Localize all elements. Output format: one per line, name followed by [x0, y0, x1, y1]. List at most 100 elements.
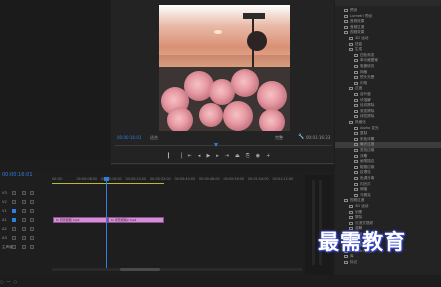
- lock-icon[interactable]: [22, 200, 26, 204]
- track-header[interactable]: A2: [0, 226, 52, 232]
- timeline-scroll-thumb[interactable]: [120, 268, 160, 271]
- eye-icon[interactable]: [30, 209, 34, 213]
- ruler-tick-label: 00:00:08:00: [76, 177, 98, 181]
- preview-stop-sign: [247, 31, 267, 51]
- folder-icon: [344, 14, 348, 18]
- folder-icon: [344, 199, 348, 203]
- clip-1-label: fx 风景视频.mp4: [56, 218, 80, 222]
- lock-icon[interactable]: [22, 218, 26, 222]
- mark-in-icon[interactable]: ▎: [168, 153, 172, 159]
- monitor-scrub-bar[interactable]: [115, 145, 332, 146]
- eye-icon[interactable]: [30, 200, 34, 204]
- step-forward-icon[interactable]: ▸: [216, 153, 219, 159]
- track-target-icon[interactable]: [12, 218, 16, 222]
- ruler-tick-label: 00:00:48:00: [199, 177, 220, 181]
- lock-icon[interactable]: [22, 245, 26, 249]
- zoom-in-icon[interactable]: ○: [14, 279, 18, 284]
- zoom-slider-icon[interactable]: —: [7, 279, 11, 284]
- timeline-scrollbar[interactable]: [52, 268, 302, 271]
- track-header[interactable]: V1: [0, 208, 52, 214]
- folder-icon: [344, 9, 348, 12]
- video-clip-1[interactable]: fx 风景视频.mp4: [53, 217, 108, 223]
- ruler-tick-label: 00:00:40:00: [174, 177, 196, 181]
- eye-icon[interactable]: [30, 218, 34, 222]
- effects-search-bar[interactable]: [335, 0, 441, 6]
- track-label: V3: [2, 191, 7, 195]
- ruler-tick-label: 00:00: [52, 177, 62, 181]
- track-target-icon[interactable]: [12, 245, 16, 249]
- track-label: A1: [2, 218, 7, 222]
- eye-icon[interactable]: [30, 236, 34, 240]
- monitor-current-timecode[interactable]: 00:00:16:01: [117, 135, 141, 140]
- lock-icon[interactable]: [22, 209, 26, 213]
- effect-icon: [354, 115, 358, 119]
- eye-icon[interactable]: [30, 245, 34, 249]
- resolution-dropdown[interactable]: 完整: [275, 135, 283, 140]
- effect-icon: [354, 98, 358, 102]
- track-target-icon[interactable]: [12, 200, 16, 204]
- effect-icon: [354, 126, 358, 130]
- source-panel: [0, 0, 110, 160]
- video-preview: [159, 5, 290, 131]
- eye-icon[interactable]: [30, 227, 34, 231]
- folder-icon: [349, 205, 353, 208]
- effect-icon: [354, 160, 358, 164]
- track-label: A3: [2, 236, 7, 240]
- lift-icon[interactable]: ⏏: [235, 153, 240, 159]
- folder-icon: [349, 210, 353, 214]
- effect-icon: [354, 53, 358, 57]
- track-target-icon[interactable]: [12, 227, 16, 231]
- effect-icon: [354, 171, 358, 175]
- step-back-icon[interactable]: ◂: [198, 153, 201, 159]
- mark-out-icon[interactable]: ▕: [178, 153, 182, 159]
- timeline-timecode[interactable]: 00:00:16:01: [2, 172, 33, 178]
- effect-icon: [354, 65, 358, 68]
- video-clip-2[interactable]: fx 风景视频2.mp4: [108, 217, 164, 223]
- effect-icon: [354, 143, 358, 147]
- export-frame-icon[interactable]: ◉: [256, 153, 260, 159]
- go-to-in-icon[interactable]: ⇤: [188, 153, 192, 159]
- lock-icon[interactable]: [22, 236, 26, 240]
- effect-icon: [354, 149, 358, 152]
- folder-icon: [349, 37, 353, 40]
- timeline-playhead-line[interactable]: [106, 178, 107, 268]
- track-header[interactable]: V2: [0, 199, 52, 205]
- effect-icon: [354, 165, 358, 169]
- folder-icon: [349, 216, 353, 220]
- track-target-icon[interactable]: [12, 236, 16, 240]
- zoom-out-icon[interactable]: ○: [0, 279, 4, 284]
- track-header[interactable]: A3: [0, 235, 52, 241]
- zoom-fit-dropdown[interactable]: 适合: [150, 135, 158, 140]
- monitor-divider: [111, 163, 334, 164]
- ruler-tick-label: 00:00:24:00: [125, 177, 147, 181]
- eye-icon[interactable]: [30, 191, 34, 195]
- lock-icon[interactable]: [22, 227, 26, 231]
- track-header[interactable]: V3: [0, 190, 52, 196]
- wrench-icon[interactable]: 🔧: [298, 134, 304, 140]
- effect-icon: [354, 81, 358, 85]
- effect-icon: [354, 193, 358, 197]
- effect-icon: [354, 59, 358, 63]
- track-header[interactable]: A1: [0, 217, 52, 223]
- effect-icon: [354, 177, 358, 180]
- effect-icon: [354, 154, 358, 158]
- play-icon[interactable]: ▶: [206, 153, 210, 159]
- effects-item-label: 标记: [350, 260, 358, 264]
- ruler-tick-label: 00:01:04:00: [248, 177, 269, 181]
- work-area-bar[interactable]: [52, 183, 164, 184]
- lock-icon[interactable]: [22, 191, 26, 195]
- track-header[interactable]: 主声道: [0, 244, 52, 250]
- folder-icon: [349, 121, 353, 124]
- go-to-out-icon[interactable]: ⇥: [225, 153, 229, 159]
- timeline-zoom-tools: ○ — ○: [0, 268, 50, 284]
- add-button-icon[interactable]: +: [266, 153, 270, 159]
- track-target-icon[interactable]: [12, 209, 16, 213]
- track-target-icon[interactable]: [12, 191, 16, 195]
- preview-street-sign: [243, 13, 265, 19]
- folder-icon: [349, 48, 353, 52]
- ruler-tick-label: 00:01:12:00: [272, 177, 294, 181]
- effects-item[interactable]: 标记: [335, 260, 441, 266]
- timeline-playhead[interactable]: [104, 177, 109, 181]
- extract-icon[interactable]: ⎘: [246, 153, 250, 159]
- track-label: V1: [2, 209, 7, 213]
